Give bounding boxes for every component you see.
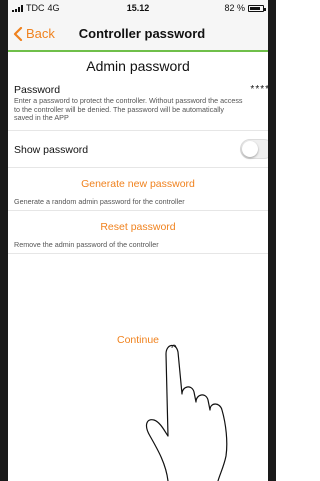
divider (8, 130, 268, 131)
password-field[interactable]: Password Enter a password to protect the… (14, 84, 268, 128)
generate-password-description: Generate a random admin password for the… (14, 197, 185, 206)
show-password-toggle[interactable] (240, 139, 268, 159)
navigation-bar: Back Controller password (8, 16, 268, 52)
password-value[interactable]: **** (250, 84, 268, 95)
divider (8, 167, 268, 168)
password-description: Enter a password to protect the controll… (14, 96, 243, 123)
page-title: Controller password (78, 26, 206, 41)
battery-icon (248, 4, 266, 12)
status-right: 82 % (224, 3, 266, 13)
show-password-label: Show password (14, 144, 89, 156)
generate-password-button[interactable]: Generate new password (8, 178, 268, 190)
reset-password-description: Remove the admin password of the control… (14, 240, 159, 249)
pointing-hand-icon (145, 344, 228, 481)
toggle-knob (242, 141, 258, 157)
section-heading: Admin password (86, 58, 190, 74)
battery-fill (250, 6, 260, 10)
battery-percent: 82 % (224, 3, 245, 13)
divider (8, 253, 268, 254)
status-bar: TDC 4G 15.12 82 % (8, 0, 268, 16)
password-label: Password (14, 84, 61, 96)
divider (8, 210, 268, 211)
reset-password-button[interactable]: Reset password (8, 221, 268, 233)
show-password-row: Show password (14, 136, 268, 162)
